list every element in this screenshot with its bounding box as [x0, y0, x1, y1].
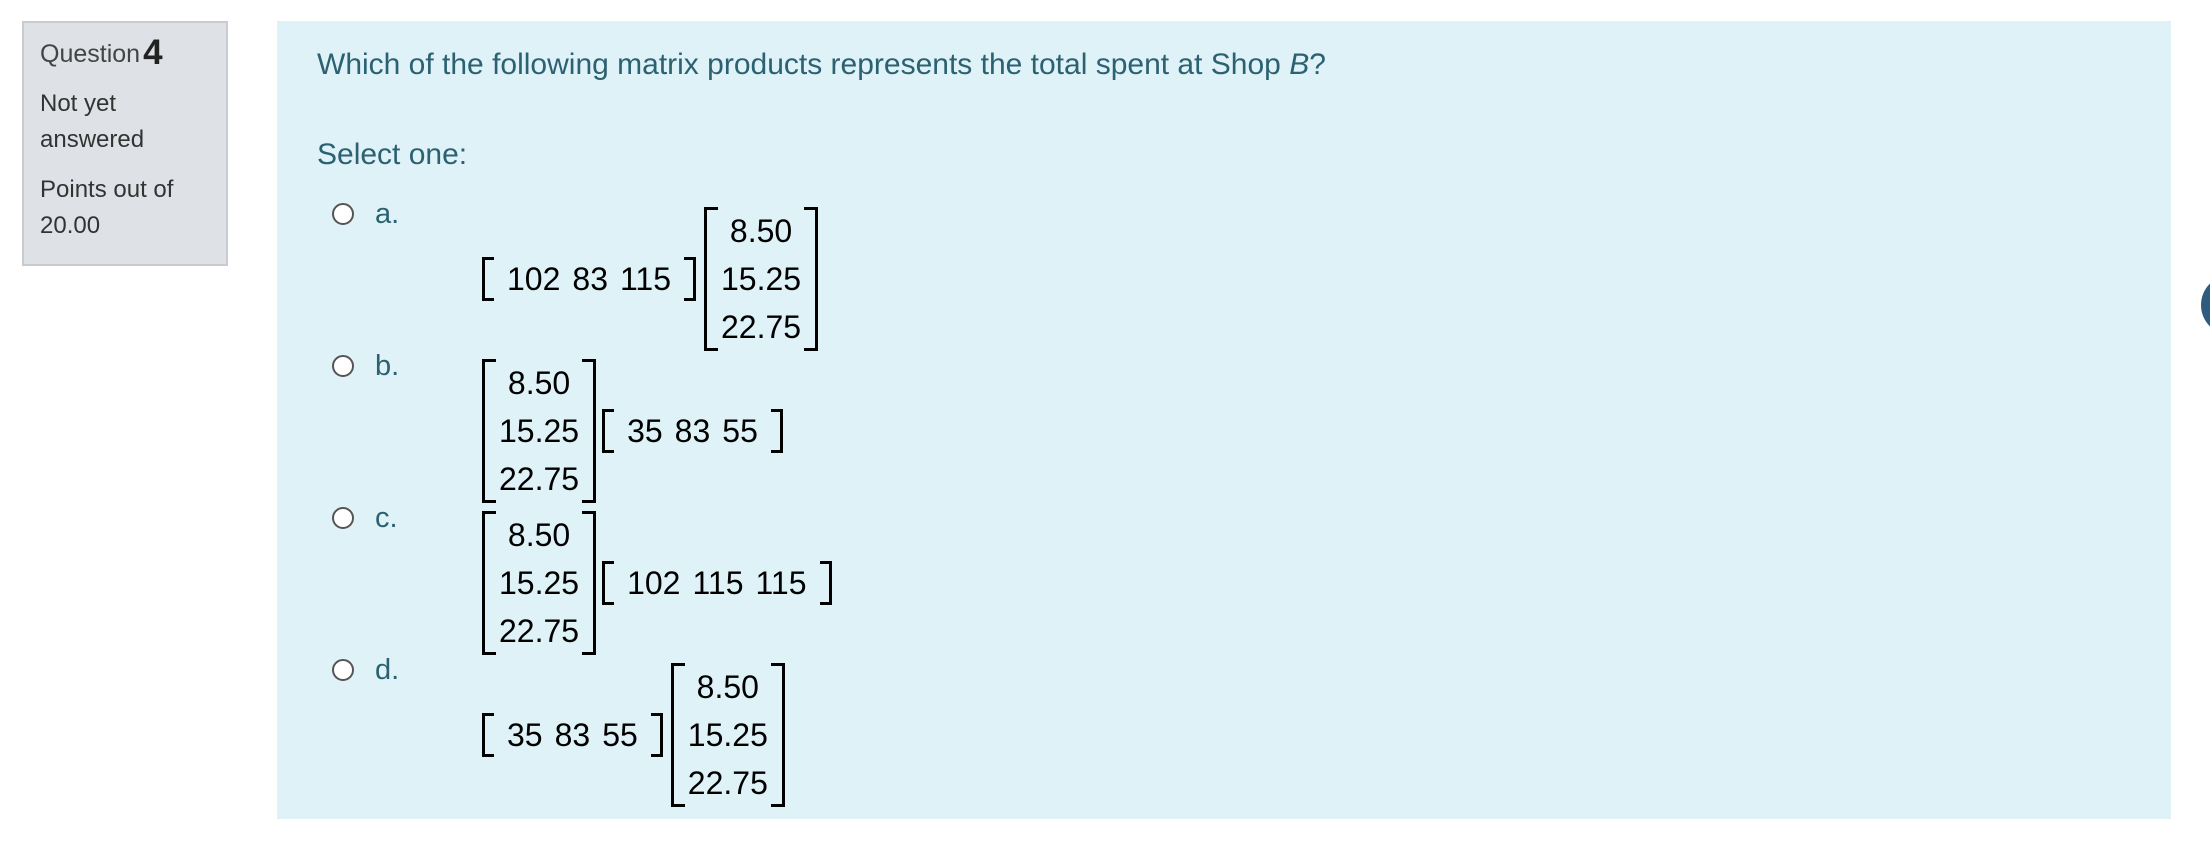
question-text-suffix: ?	[1309, 48, 1326, 81]
column-vector-a: 8.50 15.25 22.75	[704, 207, 819, 351]
matrix-entry: 55	[722, 412, 758, 449]
radio-button-d[interactable]	[332, 659, 354, 681]
matrix-entry: 35	[507, 716, 543, 753]
matrix-entry: 22.75	[499, 461, 580, 497]
matrix-entry: 115	[692, 564, 744, 601]
matrix-entry: 115	[755, 564, 807, 601]
matrix-expression-a: 102 83 115 8.50 15.25 22.75	[482, 207, 819, 351]
matrix-expression-d: 35 83 55 8.50 15.25 22.75	[482, 663, 785, 807]
matrix-entry: 22.75	[687, 765, 768, 801]
question-number: 4	[143, 33, 163, 72]
option-letter-c: c.	[375, 502, 398, 534]
column-vector-d: 8.50 15.25 22.75	[670, 663, 785, 807]
row-vector-d: 35 83 55	[482, 713, 663, 757]
matrix-entry: 102	[507, 260, 561, 297]
matrix-entry: 15.25	[499, 565, 580, 601]
matrix-entry: 22.75	[499, 613, 580, 649]
matrix-entry: 15.25	[721, 261, 802, 297]
radio-button-b[interactable]	[332, 355, 354, 377]
question-text-shop: B	[1289, 48, 1310, 81]
question-grade: Points out of 20.00	[40, 176, 174, 239]
matrix-entry: 83	[572, 260, 608, 297]
edge-circle-button[interactable]	[2201, 275, 2210, 335]
matrix-entry: 8.50	[696, 669, 759, 705]
matrix-entry: 22.75	[721, 309, 802, 345]
question-text: Which of the following matrix products r…	[317, 45, 1326, 85]
matrix-entry: 55	[602, 716, 638, 753]
row-vector-c: 102 115 115	[602, 561, 832, 605]
row-vector-b: 35 83 55	[602, 409, 783, 453]
question-label: Question	[40, 40, 141, 68]
question-info-panel: Question4 Not yet answered Points out of…	[22, 21, 228, 266]
matrix-entry: 8.50	[507, 517, 571, 553]
question-state: Not yet answered	[40, 90, 145, 153]
row-vector-a: 102 83 115	[482, 257, 696, 301]
matrix-entry: 102	[627, 564, 681, 601]
option-letter-a: a.	[375, 198, 400, 230]
select-one-prompt: Select one:	[317, 138, 468, 171]
column-vector-b: 8.50 15.25 22.75	[482, 359, 597, 503]
question-content: Which of the following matrix products r…	[277, 21, 2171, 819]
matrix-entry: 35	[627, 412, 663, 449]
matrix-entry: 83	[554, 716, 591, 753]
radio-button-c[interactable]	[332, 507, 354, 529]
matrix-expression-b: 8.50 15.25 22.75 35 83 55	[482, 359, 783, 503]
matrix-entry: 15.25	[687, 717, 768, 753]
matrix-expression-c: 8.50 15.25 22.75 102 115 115	[482, 511, 832, 655]
radio-button-a[interactable]	[332, 203, 354, 225]
question-text-prefix: Which of the following matrix products r…	[317, 48, 1290, 81]
matrix-entry: 8.50	[729, 213, 793, 249]
option-letter-b: b.	[375, 350, 400, 382]
matrix-entry: 115	[619, 260, 671, 297]
matrix-entry: 8.50	[507, 365, 571, 401]
question-number-line: Question4	[40, 35, 210, 70]
column-vector-c: 8.50 15.25 22.75	[482, 511, 597, 655]
matrix-entry: 83	[674, 412, 711, 449]
option-letter-d: d.	[375, 654, 400, 686]
matrix-entry: 15.25	[499, 413, 580, 449]
